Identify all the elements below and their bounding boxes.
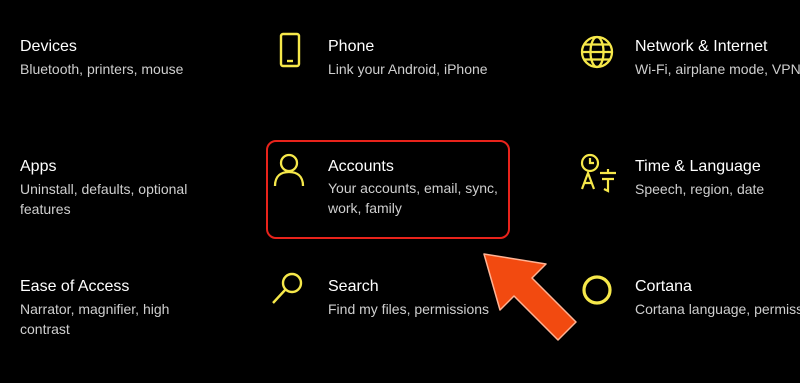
tile-title: Phone xyxy=(328,38,375,55)
tile-description: Speech, region, date xyxy=(635,181,765,197)
tile-cortana[interactable]: Cortana Cortana language, permissions, n… xyxy=(568,268,800,358)
tile-title: Search xyxy=(328,278,379,295)
tile-description: Narrator, magnifier, high contrast xyxy=(20,301,170,337)
tile-title: Time & Language xyxy=(635,158,761,175)
tile-time-language[interactable]: Time & Language Speech, region, date xyxy=(568,148,800,238)
person-icon xyxy=(272,152,306,187)
tile-accounts[interactable]: Accounts Your accounts, email, sync, wor… xyxy=(266,140,512,241)
tile-description: Bluetooth, printers, mouse xyxy=(20,61,184,77)
search-icon xyxy=(270,272,304,306)
phone-icon xyxy=(274,32,308,68)
globe-icon xyxy=(580,35,614,69)
tile-devices[interactable]: Devices Bluetooth, printers, mouse xyxy=(0,28,260,108)
arrow-pointer-icon xyxy=(482,250,578,346)
time-language-icon xyxy=(578,153,618,193)
tile-phone[interactable]: Phone Link your Android, iPhone xyxy=(262,28,552,108)
tile-ease-of-access[interactable]: Ease of Access Narrator, magnifier, high… xyxy=(0,268,260,358)
tile-description: Cortana language, permissions, notificat… xyxy=(635,301,800,317)
tile-description: Link your Android, iPhone xyxy=(328,61,488,77)
tile-title: Cortana xyxy=(635,278,692,295)
tile-network-internet[interactable]: Network & Internet Wi-Fi, airplane mode,… xyxy=(568,28,800,108)
tile-description: Uninstall, defaults, optional features xyxy=(20,181,188,217)
tile-apps[interactable]: Apps Uninstall, defaults, optional featu… xyxy=(0,148,260,238)
cortana-icon xyxy=(580,273,614,307)
tile-description: Wi-Fi, airplane mode, VPN xyxy=(635,61,800,77)
tile-title: Accounts xyxy=(328,158,394,175)
tile-title: Network & Internet xyxy=(635,38,768,55)
tile-title: Apps xyxy=(20,158,57,175)
tile-description: Your accounts, email, sync, work, family xyxy=(328,180,498,216)
tile-title: Devices xyxy=(20,38,77,55)
tile-title: Ease of Access xyxy=(20,278,130,295)
